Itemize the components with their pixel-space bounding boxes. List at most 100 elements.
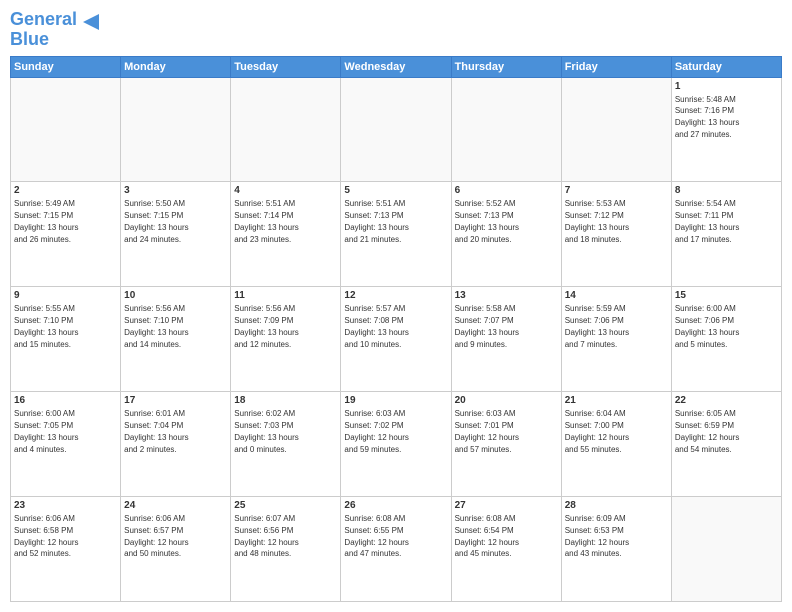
day-cell: 9Sunrise: 5:55 AM Sunset: 7:10 PM Daylig…	[11, 287, 121, 392]
day-number: 23	[14, 500, 117, 511]
logo: General Blue	[10, 10, 101, 50]
day-number: 17	[124, 395, 227, 406]
day-cell: 2 Sunrise: 5:49 AM Sunset: 7:15 PM Daylig…	[11, 182, 121, 287]
day-cell: 28Sunrise: 6:09 AM Sunset: 6:53 PM Dayli…	[561, 497, 671, 602]
day-cell: 13 Sunrise: 5:58 AM Sunset: 7:07 PM Dayli…	[451, 287, 561, 392]
weekday-header-row: SundayMondayTuesdayWednesdayThursdayFrid…	[11, 56, 782, 77]
day-info: Sunrise: 6:04 AM Sunset: 7:00 PM Dayligh…	[565, 409, 629, 453]
day-number: 27	[455, 500, 558, 511]
logo-text: General Blue	[10, 10, 77, 50]
day-cell: 14 Sunrise: 5:59 AM Sunset: 7:06 PM Dayli…	[561, 287, 671, 392]
page: General Blue SundayMondayTuesdayWednesda…	[0, 0, 792, 612]
day-info: Sunrise: 6:00 AM Sunset: 7:05 PM Dayligh…	[14, 409, 78, 453]
day-number: 13	[455, 290, 558, 301]
day-cell: 17 Sunrise: 6:01 AM Sunset: 7:04 PM Dayli…	[121, 392, 231, 497]
day-number: 1	[675, 81, 778, 92]
day-number: 15	[675, 290, 778, 301]
day-cell: 8 Sunrise: 5:54 AM Sunset: 7:11 PM Daylig…	[671, 182, 781, 287]
day-info: Sunrise: 5:52 AM Sunset: 7:13 PM Dayligh…	[455, 199, 519, 243]
day-info: Sunrise: 6:09 AM Sunset: 6:53 PM Dayligh…	[565, 514, 629, 558]
day-cell: 7 Sunrise: 5:53 AM Sunset: 7:12 PM Daylig…	[561, 182, 671, 287]
day-info: Sunrise: 5:58 AM Sunset: 7:07 PM Dayligh…	[455, 304, 519, 348]
day-info: Sunrise: 5:48 AM Sunset: 7:16 PM Dayligh…	[675, 95, 739, 139]
day-cell: 23 Sunrise: 6:06 AM Sunset: 6:58 PM Dayli…	[11, 497, 121, 602]
day-number: 8	[675, 185, 778, 196]
day-cell: 22Sunrise: 6:05 AM Sunset: 6:59 PM Dayli…	[671, 392, 781, 497]
day-info: Sunrise: 5:59 AM Sunset: 7:06 PM Dayligh…	[565, 304, 629, 348]
day-cell	[341, 77, 451, 182]
day-cell: 10 Sunrise: 5:56 AM Sunset: 7:10 PM Dayli…	[121, 287, 231, 392]
day-cell: 26Sunrise: 6:08 AM Sunset: 6:55 PM Dayli…	[341, 497, 451, 602]
logo-general: General	[10, 9, 77, 29]
day-info: Sunrise: 5:51 AM Sunset: 7:14 PM Dayligh…	[234, 199, 298, 243]
day-cell: 12 Sunrise: 5:57 AM Sunset: 7:08 PM Dayli…	[341, 287, 451, 392]
day-number: 18	[234, 395, 337, 406]
day-info: Sunrise: 6:08 AM Sunset: 6:55 PM Dayligh…	[344, 514, 408, 558]
day-number: 6	[455, 185, 558, 196]
day-number: 20	[455, 395, 558, 406]
day-info: Sunrise: 6:00 AM Sunset: 7:06 PM Dayligh…	[675, 304, 739, 348]
day-cell: 16Sunrise: 6:00 AM Sunset: 7:05 PM Dayli…	[11, 392, 121, 497]
day-number: 12	[344, 290, 447, 301]
day-cell: 21 Sunrise: 6:04 AM Sunset: 7:00 PM Dayli…	[561, 392, 671, 497]
day-cell: 25 Sunrise: 6:07 AM Sunset: 6:56 PM Dayli…	[231, 497, 341, 602]
day-number: 7	[565, 185, 668, 196]
day-info: Sunrise: 6:07 AM Sunset: 6:56 PM Dayligh…	[234, 514, 298, 558]
day-info: Sunrise: 6:06 AM Sunset: 6:57 PM Dayligh…	[124, 514, 188, 558]
day-number: 2	[14, 185, 117, 196]
day-cell: 3 Sunrise: 5:50 AM Sunset: 7:15 PM Daylig…	[121, 182, 231, 287]
day-cell: 4 Sunrise: 5:51 AM Sunset: 7:14 PM Daylig…	[231, 182, 341, 287]
day-info: Sunrise: 6:08 AM Sunset: 6:54 PM Dayligh…	[455, 514, 519, 558]
day-cell: 15 Sunrise: 6:00 AM Sunset: 7:06 PM Dayli…	[671, 287, 781, 392]
day-number: 3	[124, 185, 227, 196]
logo-blue: Blue	[10, 29, 49, 49]
day-number: 19	[344, 395, 447, 406]
day-number: 11	[234, 290, 337, 301]
day-number: 4	[234, 185, 337, 196]
day-info: Sunrise: 5:54 AM Sunset: 7:11 PM Dayligh…	[675, 199, 739, 243]
week-row-2: 9Sunrise: 5:55 AM Sunset: 7:10 PM Daylig…	[11, 287, 782, 392]
header: General Blue	[10, 10, 782, 50]
day-number: 14	[565, 290, 668, 301]
day-info: Sunrise: 6:01 AM Sunset: 7:04 PM Dayligh…	[124, 409, 188, 453]
weekday-header-saturday: Saturday	[671, 56, 781, 77]
day-info: Sunrise: 6:06 AM Sunset: 6:58 PM Dayligh…	[14, 514, 78, 558]
week-row-1: 2 Sunrise: 5:49 AM Sunset: 7:15 PM Daylig…	[11, 182, 782, 287]
day-cell: 18 Sunrise: 6:02 AM Sunset: 7:03 PM Dayli…	[231, 392, 341, 497]
day-number: 21	[565, 395, 668, 406]
day-cell: 27 Sunrise: 6:08 AM Sunset: 6:54 PM Dayli…	[451, 497, 561, 602]
week-row-3: 16Sunrise: 6:00 AM Sunset: 7:05 PM Dayli…	[11, 392, 782, 497]
day-info: Sunrise: 5:50 AM Sunset: 7:15 PM Dayligh…	[124, 199, 188, 243]
day-cell: 5Sunrise: 5:51 AM Sunset: 7:13 PM Daylig…	[341, 182, 451, 287]
weekday-header-sunday: Sunday	[11, 56, 121, 77]
day-cell	[121, 77, 231, 182]
day-info: Sunrise: 5:56 AM Sunset: 7:10 PM Dayligh…	[124, 304, 188, 348]
day-number: 24	[124, 500, 227, 511]
day-info: Sunrise: 5:57 AM Sunset: 7:08 PM Dayligh…	[344, 304, 408, 348]
weekday-header-monday: Monday	[121, 56, 231, 77]
day-cell	[561, 77, 671, 182]
day-cell: 6 Sunrise: 5:52 AM Sunset: 7:13 PM Daylig…	[451, 182, 561, 287]
day-number: 5	[344, 185, 447, 196]
day-cell: 11 Sunrise: 5:56 AM Sunset: 7:09 PM Dayli…	[231, 287, 341, 392]
day-cell: 24 Sunrise: 6:06 AM Sunset: 6:57 PM Dayli…	[121, 497, 231, 602]
day-number: 25	[234, 500, 337, 511]
day-cell: 19Sunrise: 6:03 AM Sunset: 7:02 PM Dayli…	[341, 392, 451, 497]
weekday-header-wednesday: Wednesday	[341, 56, 451, 77]
day-cell: 1 Sunrise: 5:48 AM Sunset: 7:16 PM Daylig…	[671, 77, 781, 182]
day-info: Sunrise: 6:02 AM Sunset: 7:03 PM Dayligh…	[234, 409, 298, 453]
week-row-0: 1 Sunrise: 5:48 AM Sunset: 7:16 PM Daylig…	[11, 77, 782, 182]
day-number: 10	[124, 290, 227, 301]
day-info: Sunrise: 6:03 AM Sunset: 7:01 PM Dayligh…	[455, 409, 519, 453]
day-number: 9	[14, 290, 117, 301]
day-info: Sunrise: 5:49 AM Sunset: 7:15 PM Dayligh…	[14, 199, 78, 243]
day-cell	[671, 497, 781, 602]
calendar-table: SundayMondayTuesdayWednesdayThursdayFrid…	[10, 56, 782, 602]
day-cell	[231, 77, 341, 182]
day-info: Sunrise: 5:53 AM Sunset: 7:12 PM Dayligh…	[565, 199, 629, 243]
day-info: Sunrise: 5:56 AM Sunset: 7:09 PM Dayligh…	[234, 304, 298, 348]
day-info: Sunrise: 6:05 AM Sunset: 6:59 PM Dayligh…	[675, 409, 739, 453]
day-cell	[11, 77, 121, 182]
day-cell: 20 Sunrise: 6:03 AM Sunset: 7:01 PM Dayli…	[451, 392, 561, 497]
logo-icon	[81, 12, 101, 37]
